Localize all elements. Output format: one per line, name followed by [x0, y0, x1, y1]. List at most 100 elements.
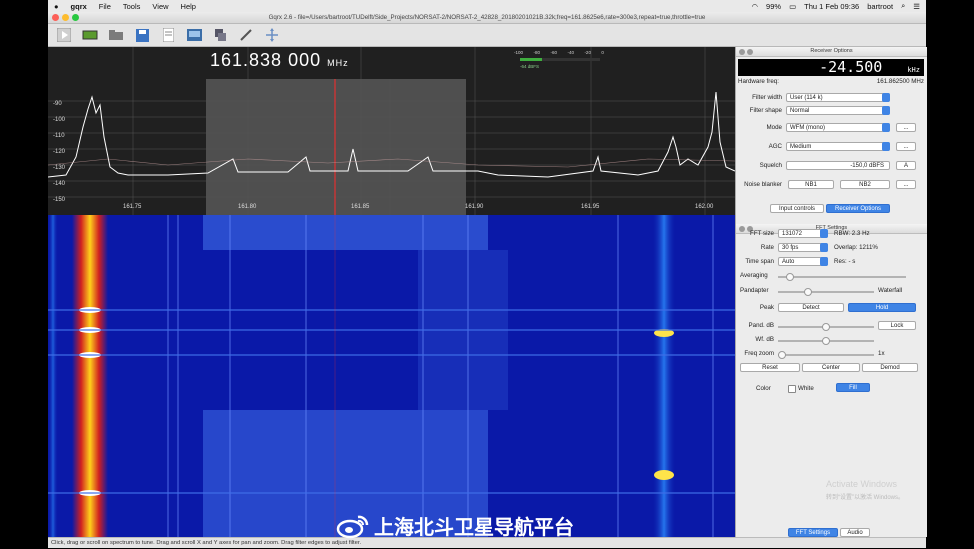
smeter-tick: -40: [567, 50, 574, 55]
network-icon[interactable]: [212, 27, 228, 43]
screenshot-icon[interactable]: [186, 27, 202, 43]
rbw-text: RBW: 2.3 Hz: [834, 230, 870, 237]
squelch-auto-button[interactable]: A: [896, 161, 916, 170]
demod-button[interactable]: Demod: [862, 363, 918, 372]
weibo-watermark: 上海北斗卫星导航平台: [336, 511, 574, 540]
nb2-button[interactable]: NB2: [840, 180, 890, 189]
menu-view[interactable]: View: [152, 2, 168, 11]
activate-windows-watermark: Activate Windows: [826, 479, 898, 489]
x-tick: 161.80: [238, 204, 257, 210]
filter-width-select[interactable]: User (114 k): [786, 93, 890, 102]
time-span-select[interactable]: Auto: [778, 257, 828, 266]
minimize-window-button[interactable]: [62, 14, 69, 21]
pandapter-waterfall-slider[interactable]: [778, 288, 874, 296]
open-folder-icon[interactable]: [108, 27, 124, 43]
menu-app[interactable]: gqrx: [71, 2, 87, 11]
time-span-value: Auto: [782, 259, 795, 265]
tools-icon[interactable]: [238, 27, 254, 43]
white-label: White: [798, 385, 814, 392]
white-checkbox[interactable]: [788, 385, 796, 393]
zoom-window-button[interactable]: [72, 14, 79, 21]
signal-meter: -100 -80 -60 -40 -20 0 -64 dBFS: [514, 50, 604, 76]
nb-options-button[interactable]: ...: [896, 180, 916, 189]
y-axis-ticks[interactable]: -90 -100 -110 -120 -130 -140 -150: [53, 96, 65, 208]
fft-size-select[interactable]: 131072: [778, 229, 828, 238]
x-axis-ticks[interactable]: 161.75 161.80 161.85 161.90 161.95 162.0…: [48, 204, 735, 213]
pandapter-label: Pandapter: [740, 287, 769, 294]
reset-button[interactable]: Reset: [740, 363, 800, 372]
weibo-logo-icon: [336, 515, 369, 538]
averaging-slider-knob[interactable]: [786, 273, 794, 281]
spectrum-plot[interactable]: -90 -100 -110 -120 -130 -140 -150 161.75…: [48, 47, 735, 215]
wf-db-slider[interactable]: [778, 337, 874, 345]
smeter-tick: -20: [584, 50, 591, 55]
battery-icon: ▭: [789, 1, 797, 11]
receiver-options-header[interactable]: Receiver Options: [736, 47, 927, 57]
offset-value[interactable]: -24.500: [819, 58, 882, 76]
smeter-tick: -60: [550, 50, 557, 55]
frequency-value[interactable]: 161.838 000: [210, 50, 321, 70]
averaging-slider[interactable]: [778, 273, 906, 281]
peak-label: Peak: [759, 304, 774, 311]
peak-detect-button[interactable]: Detect: [778, 303, 844, 312]
menubar-status: ◠ 99% ▭ Thu 1 Feb 09:36 bartroot ⌕ ☰: [752, 1, 921, 11]
pand-db-label: Pand. dB: [748, 322, 774, 329]
lock-button[interactable]: Lock: [878, 321, 916, 330]
frequency-readout[interactable]: 161.838 000 MHz: [210, 50, 349, 71]
io-devices-icon[interactable]: [82, 27, 98, 43]
color-label: Color: [756, 385, 771, 392]
user-menu[interactable]: bartroot: [867, 2, 893, 11]
pandapter-slider-knob[interactable]: [804, 288, 812, 296]
close-window-button[interactable]: [52, 14, 59, 21]
filter-shape-select[interactable]: Normal: [786, 106, 890, 115]
agc-label: AGC: [768, 143, 782, 150]
tab-input-controls[interactable]: Input controls: [770, 204, 824, 213]
squelch-input[interactable]: -150,0 dBFS: [786, 161, 890, 170]
offset-display[interactable]: -24.500 kHz: [738, 59, 924, 76]
overlap-text: Overlap: 1211%: [834, 244, 878, 251]
dock-float-icon[interactable]: [747, 48, 753, 55]
squelch-value: -150,0 dBFS: [850, 163, 884, 169]
pand-db-slider[interactable]: [778, 323, 874, 331]
search-icon[interactable]: ⌕: [901, 1, 905, 11]
wf-db-slider-knob[interactable]: [822, 337, 830, 345]
menu-tools[interactable]: Tools: [123, 2, 141, 11]
x-tick: 161.90: [465, 204, 484, 210]
notification-icon[interactable]: ☰: [913, 2, 920, 11]
smeter-tick: -100: [514, 50, 524, 55]
center-button[interactable]: Center: [802, 363, 860, 372]
battery-text[interactable]: 99%: [766, 2, 781, 11]
dock-close-icon[interactable]: [739, 48, 745, 55]
wifi-icon[interactable]: ◠: [752, 2, 759, 11]
agc-options-button[interactable]: ...: [896, 142, 916, 151]
hw-freq-label: Hardware freq:: [738, 78, 779, 85]
freq-zoom-slider-knob[interactable]: [778, 351, 786, 359]
nb1-button[interactable]: NB1: [788, 180, 834, 189]
tab-receiver-options[interactable]: Receiver Options: [826, 204, 890, 213]
fullscreen-icon[interactable]: [264, 27, 280, 43]
tab-fft-settings[interactable]: FFT Settings: [788, 528, 838, 537]
rate-label: Rate: [760, 244, 774, 251]
save-icon[interactable]: [134, 27, 150, 43]
squelch-label: Squelch: [759, 162, 782, 169]
averaging-label: Averaging: [740, 272, 768, 279]
clock-text[interactable]: Thu 1 Feb 09:36: [804, 2, 859, 11]
mode-select[interactable]: WFM (mono): [786, 123, 890, 132]
freq-zoom-slider[interactable]: [778, 351, 874, 359]
waterfall-display[interactable]: [48, 215, 735, 537]
tab-audio[interactable]: Audio: [840, 528, 870, 537]
rate-select[interactable]: 30 fps: [778, 243, 828, 252]
peak-hold-button[interactable]: Hold: [848, 303, 916, 312]
pand-db-slider-knob[interactable]: [822, 323, 830, 331]
offset-unit: kHz: [907, 66, 920, 74]
y-tick: -100: [53, 117, 66, 123]
document-icon[interactable]: [160, 27, 176, 43]
agc-select[interactable]: Medium: [786, 142, 890, 151]
mode-options-button[interactable]: ...: [896, 123, 916, 132]
fill-button[interactable]: Fill: [836, 383, 870, 392]
apple-icon[interactable]: ●: [54, 2, 59, 11]
smeter-value: -64 dBFS: [520, 64, 540, 69]
menu-help[interactable]: Help: [181, 2, 196, 11]
menu-file[interactable]: File: [99, 2, 111, 11]
play-icon[interactable]: [56, 27, 72, 43]
